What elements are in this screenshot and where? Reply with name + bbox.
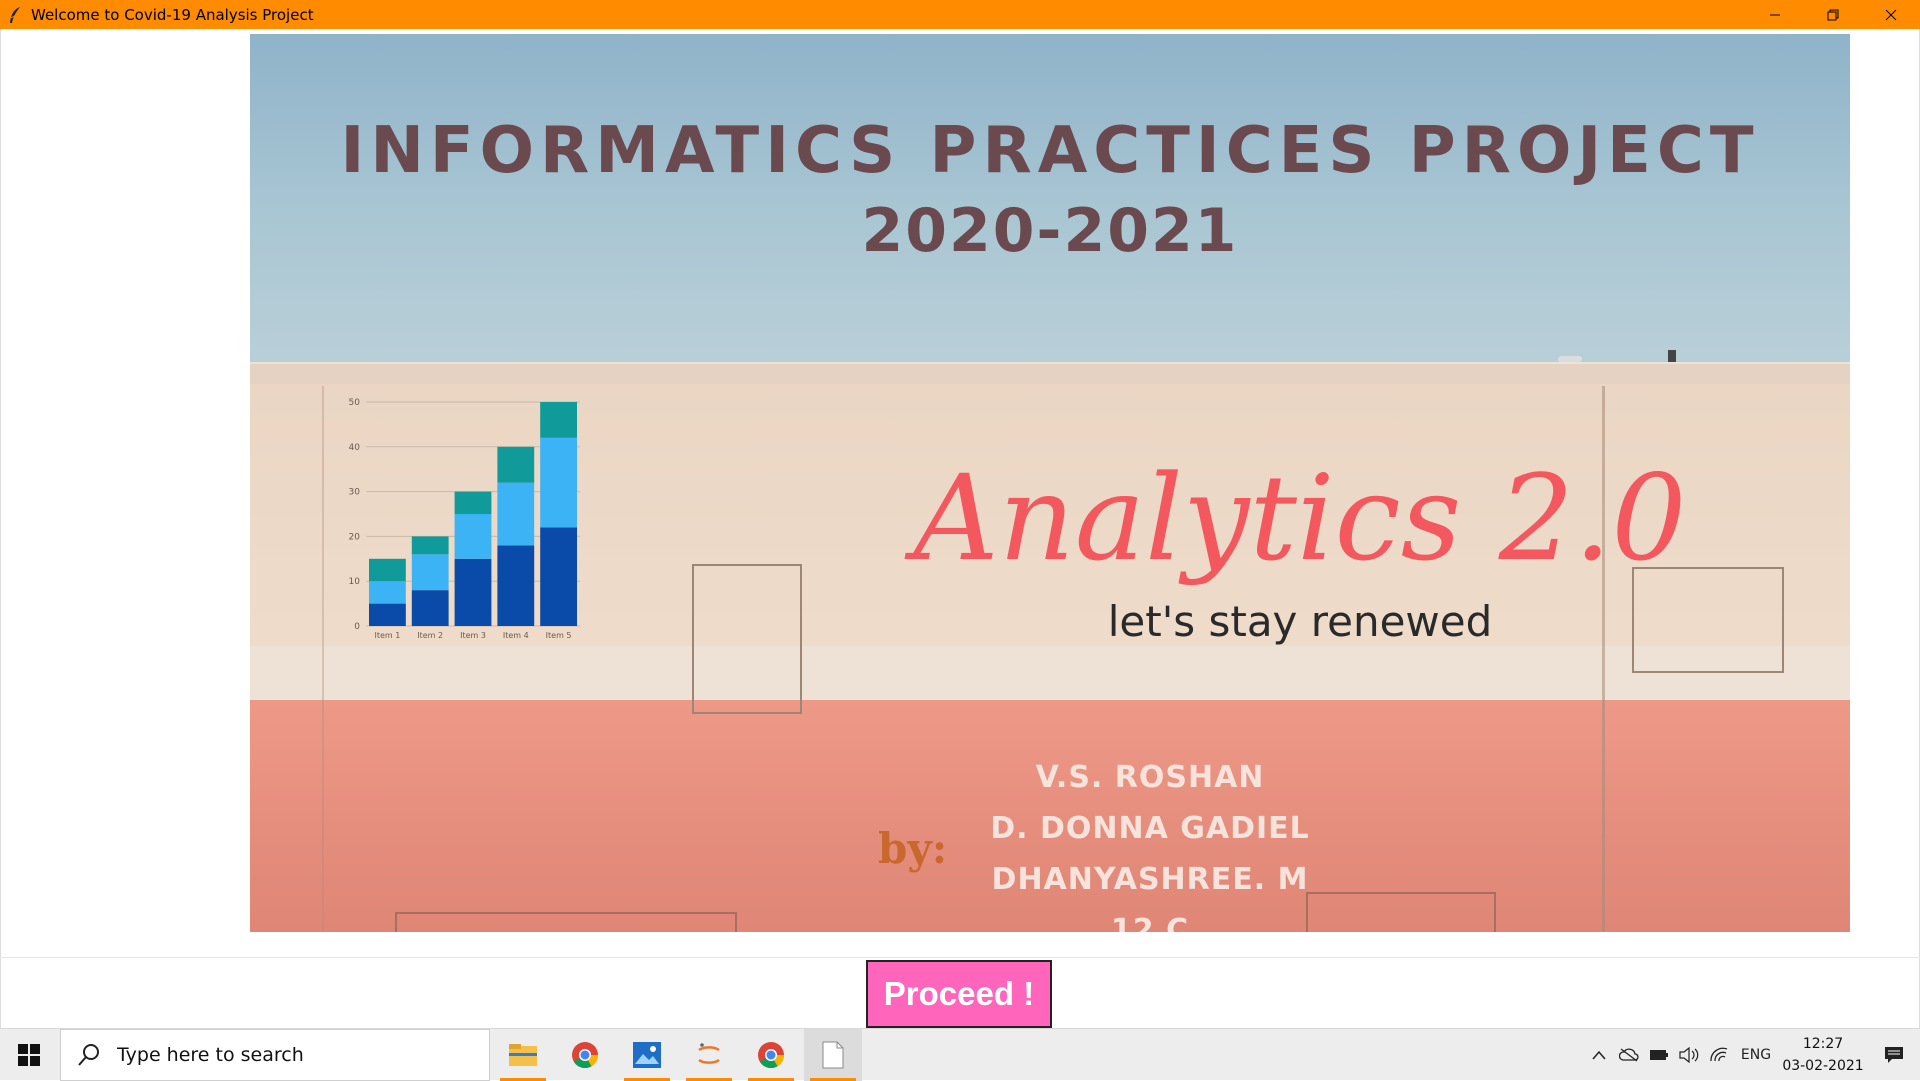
bar-segment <box>540 437 578 528</box>
bar-segment <box>497 482 535 546</box>
minimize-button[interactable] <box>1746 0 1804 29</box>
wall-recess <box>395 912 737 932</box>
search-input[interactable] <box>115 1043 479 1067</box>
wall-seam <box>322 386 324 932</box>
x-tick-label: Item 2 <box>417 631 443 640</box>
taskbar-app-photos[interactable] <box>618 1029 676 1081</box>
class-label: 12 C <box>1110 913 1190 932</box>
bar-segment <box>411 536 449 555</box>
minimize-icon <box>1770 14 1780 15</box>
bar-segment <box>497 545 535 626</box>
feather-icon <box>5 5 25 25</box>
tagline: let's stay renewed <box>1107 597 1493 646</box>
bar-segment <box>497 446 535 483</box>
divider <box>0 957 1920 958</box>
taskbar: ENG 12:27 03-02-2021 <box>0 1028 1920 1081</box>
headline-year: 2020-2021 <box>861 196 1239 266</box>
restore-button[interactable] <box>1804 0 1862 29</box>
taskbar-app-python-idle[interactable] <box>680 1029 738 1081</box>
notification-icon <box>1885 1047 1903 1063</box>
chevron-up-icon <box>1592 1050 1606 1060</box>
python-idle-icon <box>698 1043 720 1064</box>
y-tick-label: 30 <box>349 488 361 498</box>
bar-segment <box>540 402 578 438</box>
windows-icon <box>18 1044 40 1066</box>
file-explorer-icon <box>509 1044 537 1066</box>
x-tick-label: Item 3 <box>460 631 486 640</box>
y-tick-label: 50 <box>349 398 361 408</box>
bar-segment <box>368 581 406 604</box>
bar-segment <box>411 554 449 591</box>
author-name: V.S. ROSHAN <box>1035 760 1265 795</box>
brand-title: Analytics 2.0 <box>913 449 1687 587</box>
action-center-button[interactable] <box>1868 1029 1920 1081</box>
volume-button[interactable] <box>1674 1029 1704 1081</box>
y-tick-label: 0 <box>354 622 360 632</box>
x-tick-label: Item 1 <box>374 631 400 640</box>
restore-icon <box>1827 9 1839 20</box>
author-name: DHANYASHREE. M <box>991 862 1309 897</box>
chrome-icon <box>758 1042 785 1069</box>
show-hidden-icons-button[interactable] <box>1584 1029 1614 1081</box>
search-icon <box>78 1044 99 1066</box>
wifi-icon <box>1710 1047 1728 1062</box>
system-tray: ENG 12:27 03-02-2021 <box>1584 1029 1920 1081</box>
author-list: V.S. ROSHAN D. DONNA GADIEL DHANYASHREE.… <box>930 752 1370 932</box>
headline-title: INFORMATICS PRACTICES PROJECT <box>340 114 1760 188</box>
bar-segment <box>454 491 492 514</box>
input-language[interactable]: ENG <box>1734 1029 1778 1081</box>
chrome-icon <box>572 1042 599 1069</box>
y-tick-label: 10 <box>349 577 361 587</box>
author-name: D. DONNA GADIEL <box>990 811 1310 846</box>
clock-date: 03-02-2021 <box>1782 1058 1864 1074</box>
patched-window <box>692 564 802 714</box>
battery-icon <box>1650 1050 1668 1060</box>
close-icon <box>1885 9 1897 20</box>
photos-icon <box>633 1042 661 1068</box>
onedrive-button[interactable] <box>1614 1029 1644 1081</box>
network-button[interactable] <box>1704 1029 1734 1081</box>
proceed-button[interactable]: Proceed ! <box>866 960 1052 1028</box>
bar-segment <box>368 558 406 582</box>
y-tick-label: 40 <box>349 443 361 453</box>
taskbar-search[interactable] <box>60 1029 490 1081</box>
taskbar-app-document[interactable] <box>804 1029 862 1081</box>
battery-button[interactable] <box>1644 1029 1674 1081</box>
clock[interactable]: 12:27 03-02-2021 <box>1778 1033 1868 1077</box>
close-button[interactable] <box>1862 0 1920 29</box>
stacked-bar-chart: 0 10 20 30 40 50 Item 1 Item 2 Item 3 Item 4 Item … <box>349 398 580 640</box>
x-tick-label: Item 4 <box>503 631 529 640</box>
bar-segment <box>540 527 578 626</box>
cloud-offline-icon <box>1619 1048 1639 1062</box>
project-banner: INFORMATICS PRACTICES PROJECT 2020-2021 … <box>250 34 1850 932</box>
taskbar-app-chrome[interactable] <box>556 1029 614 1081</box>
y-tick-label: 20 <box>349 532 361 542</box>
bar-segment <box>454 514 492 559</box>
window-title: Welcome to Covid-19 Analysis Project <box>31 5 314 24</box>
window-title-bar[interactable]: Welcome to Covid-19 Analysis Project <box>0 0 1920 29</box>
x-tick-label: Item 5 <box>546 631 572 640</box>
start-button[interactable] <box>0 1029 58 1081</box>
taskbar-app-chrome[interactable] <box>742 1029 800 1081</box>
bar-segment <box>368 603 406 626</box>
document-icon <box>822 1041 844 1069</box>
speaker-icon <box>1679 1047 1699 1063</box>
clock-time: 12:27 <box>1802 1036 1844 1052</box>
bar-segment <box>454 558 492 626</box>
bar-segment <box>411 590 449 626</box>
taskbar-app-file-explorer[interactable] <box>494 1029 552 1081</box>
